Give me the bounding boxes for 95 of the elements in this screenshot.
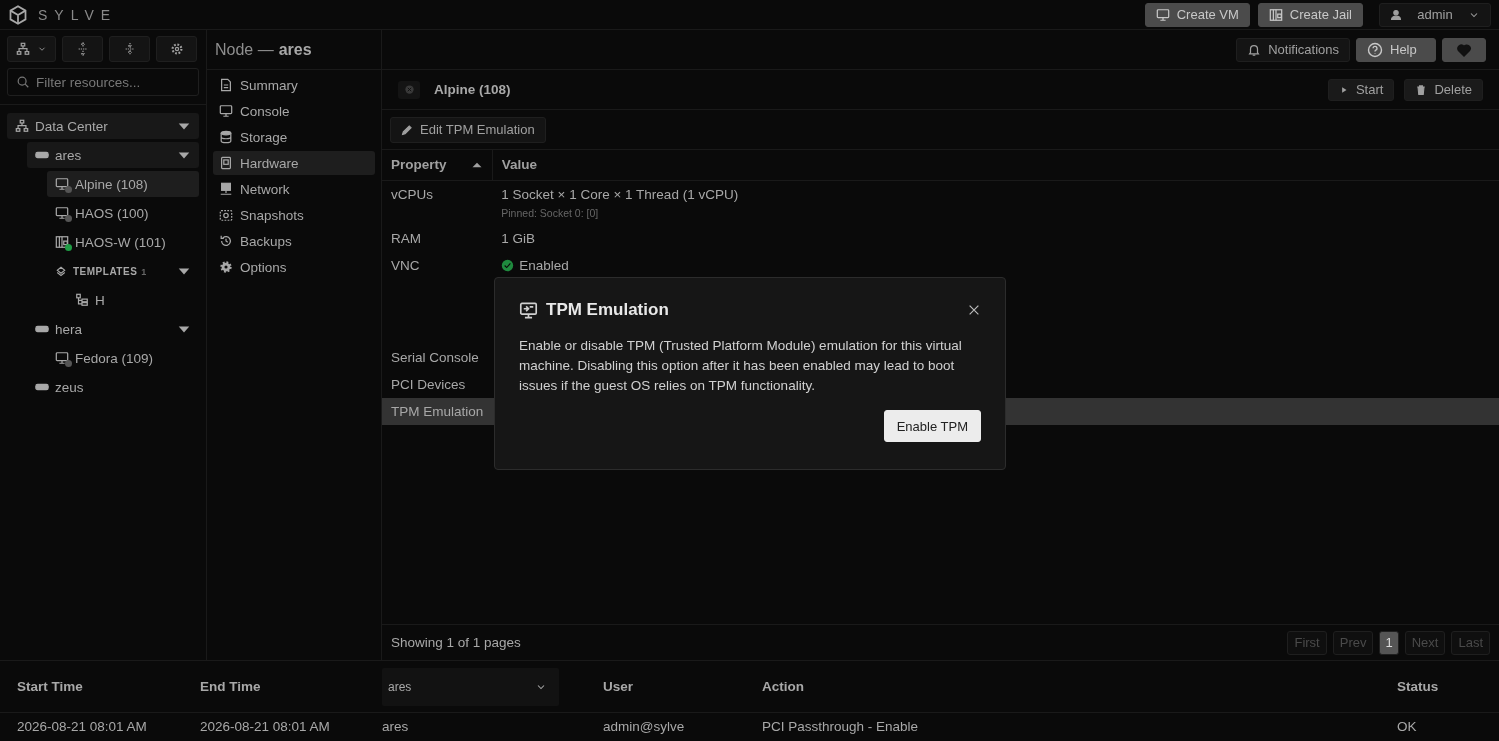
table-cell-text: 2026-08-21 08:01 AM: [200, 718, 331, 734]
nav-item[interactable]: Network: [213, 177, 375, 201]
tree-item[interactable]: HAOS (100): [47, 200, 199, 226]
table-cell: TPM Emulation: [382, 397, 493, 425]
edit-button[interactable]: Edit TPM Emulation: [390, 116, 546, 143]
create-button[interactable]: Create VM: [1144, 2, 1250, 27]
close-tab-icon[interactable]: [398, 80, 420, 99]
vm-tab-title: Alpine (108): [434, 82, 511, 97]
camera-icon: [219, 208, 233, 222]
collapse-button[interactable]: [109, 36, 150, 62]
column-header[interactable]: Value: [492, 150, 1499, 180]
column-header: Action: [762, 679, 805, 694]
column-header: End Time: [200, 679, 262, 694]
table-cell: Enabled: [501, 257, 1490, 273]
page-status: Showing 1 of 1 pages: [391, 635, 522, 650]
jail-icon: [55, 235, 69, 249]
delete-button[interactable]: Delete: [1404, 78, 1483, 101]
help-button[interactable]: Help: [1356, 37, 1436, 62]
monitor-icon: [219, 104, 233, 118]
search-icon: [16, 75, 30, 89]
page-button[interactable]: 1: [1379, 630, 1399, 655]
node-select[interactable]: ares: [382, 667, 559, 706]
database-icon: [219, 130, 233, 144]
table-cell-text: ares: [382, 718, 410, 734]
layers-icon: [55, 265, 67, 277]
tree-item[interactable]: HAOS-W (101): [47, 229, 199, 255]
notifications-button[interactable]: Notifications: [1236, 37, 1350, 62]
close-circle-icon: [403, 84, 415, 95]
create-button[interactable]: Create Jail: [1257, 2, 1363, 27]
column-header: User: [603, 679, 635, 694]
table-cell-text: VNC: [390, 256, 421, 275]
column-header: Start Time: [17, 679, 84, 694]
table-cell-text: Serial Console: [390, 348, 480, 367]
document-icon: [219, 78, 233, 92]
tree-item[interactable]: Fedora (109): [47, 345, 199, 371]
pencil-icon: [401, 123, 413, 136]
nav-item[interactable]: Hardware: [213, 151, 375, 175]
nav-item[interactable]: Summary: [213, 73, 375, 97]
template-icon: [75, 293, 89, 307]
tree-item[interactable]: TEMPLATES 1: [47, 258, 199, 284]
trash-icon: [1415, 83, 1428, 96]
user-icon: [1390, 8, 1402, 21]
node-title: Node — ares: [207, 30, 381, 70]
nav-item[interactable]: Snapshots: [213, 203, 375, 227]
backup-icon: [219, 234, 233, 248]
settings-button[interactable]: [156, 36, 197, 62]
monitor-icon: [55, 351, 69, 365]
table-cell-text: RAM: [390, 229, 422, 248]
table-cell: vCPUs: [382, 180, 493, 225]
check-circle-icon: [501, 258, 515, 272]
heart-icon: [1456, 41, 1472, 58]
nav-item[interactable]: Options: [213, 255, 375, 279]
network-tree-icon: [15, 119, 29, 133]
filter-field[interactable]: Filter resources...: [7, 68, 199, 96]
table-cell-text: 1 GiB: [501, 230, 537, 246]
table-cell-text: admin@sylve: [603, 718, 686, 734]
monitor-icon: [1155, 7, 1170, 22]
nav-item[interactable]: Console: [213, 99, 375, 123]
tree-item[interactable]: hera: [27, 316, 199, 342]
tree-item[interactable]: H: [67, 287, 199, 313]
settings-icon: [219, 260, 233, 274]
view-menu-button[interactable]: [7, 36, 56, 62]
nav-item[interactable]: Backups: [213, 229, 375, 253]
tree-item[interactable]: ares: [27, 142, 199, 168]
network-icon: [219, 182, 233, 196]
user-menu[interactable]: admin: [1379, 2, 1491, 27]
dialog-text: Enable or disable TPM (Trusted Platform Module) emulation for this virtual machine. Disabling this option after it has been enabled may lead to boot issues if the guest OS relies on TPM functionality.: [519, 337, 963, 395]
brand-name: SYLVE: [38, 6, 118, 23]
column-header[interactable]: Property: [382, 150, 493, 180]
table-cell-text: PCI Passthrough - Enable: [762, 718, 920, 734]
memory-icon: [219, 156, 233, 170]
column-header: Status: [1397, 679, 1440, 694]
monitor-icon: [519, 300, 538, 320]
enable-button[interactable]: Enable TPM: [883, 410, 981, 442]
nav-item[interactable]: Storage: [213, 125, 375, 149]
donate-button[interactable]: [1442, 37, 1486, 62]
start-button[interactable]: Start: [1327, 78, 1395, 101]
table-cell-text: 2026-08-21 08:01 AM: [17, 718, 148, 734]
tree-item[interactable]: Data Center: [7, 113, 199, 139]
cube-logo-icon: [8, 4, 28, 25]
monitor-icon: [55, 206, 69, 220]
help-icon: [1367, 41, 1383, 58]
tree-item[interactable]: zeus: [27, 374, 199, 400]
tree-item[interactable]: Alpine (108): [47, 171, 199, 197]
table-cell-text: OK: [1397, 718, 1418, 734]
monitor-icon: [55, 177, 69, 191]
dialog-title: TPM Emulation: [546, 300, 670, 320]
table-cell-text: 1 Socket × 1 Core × 1 Thread (1 vCPU): [501, 186, 740, 202]
settings-icon: [169, 42, 184, 56]
pinning-note: Pinned: Socket 0: [0]: [501, 206, 600, 219]
table-cell: PCI Devices: [382, 370, 493, 398]
jail-icon: [1268, 7, 1283, 22]
bell-icon: [1247, 42, 1262, 57]
network-tree-icon: [16, 42, 30, 56]
expand-button[interactable]: [62, 36, 103, 62]
